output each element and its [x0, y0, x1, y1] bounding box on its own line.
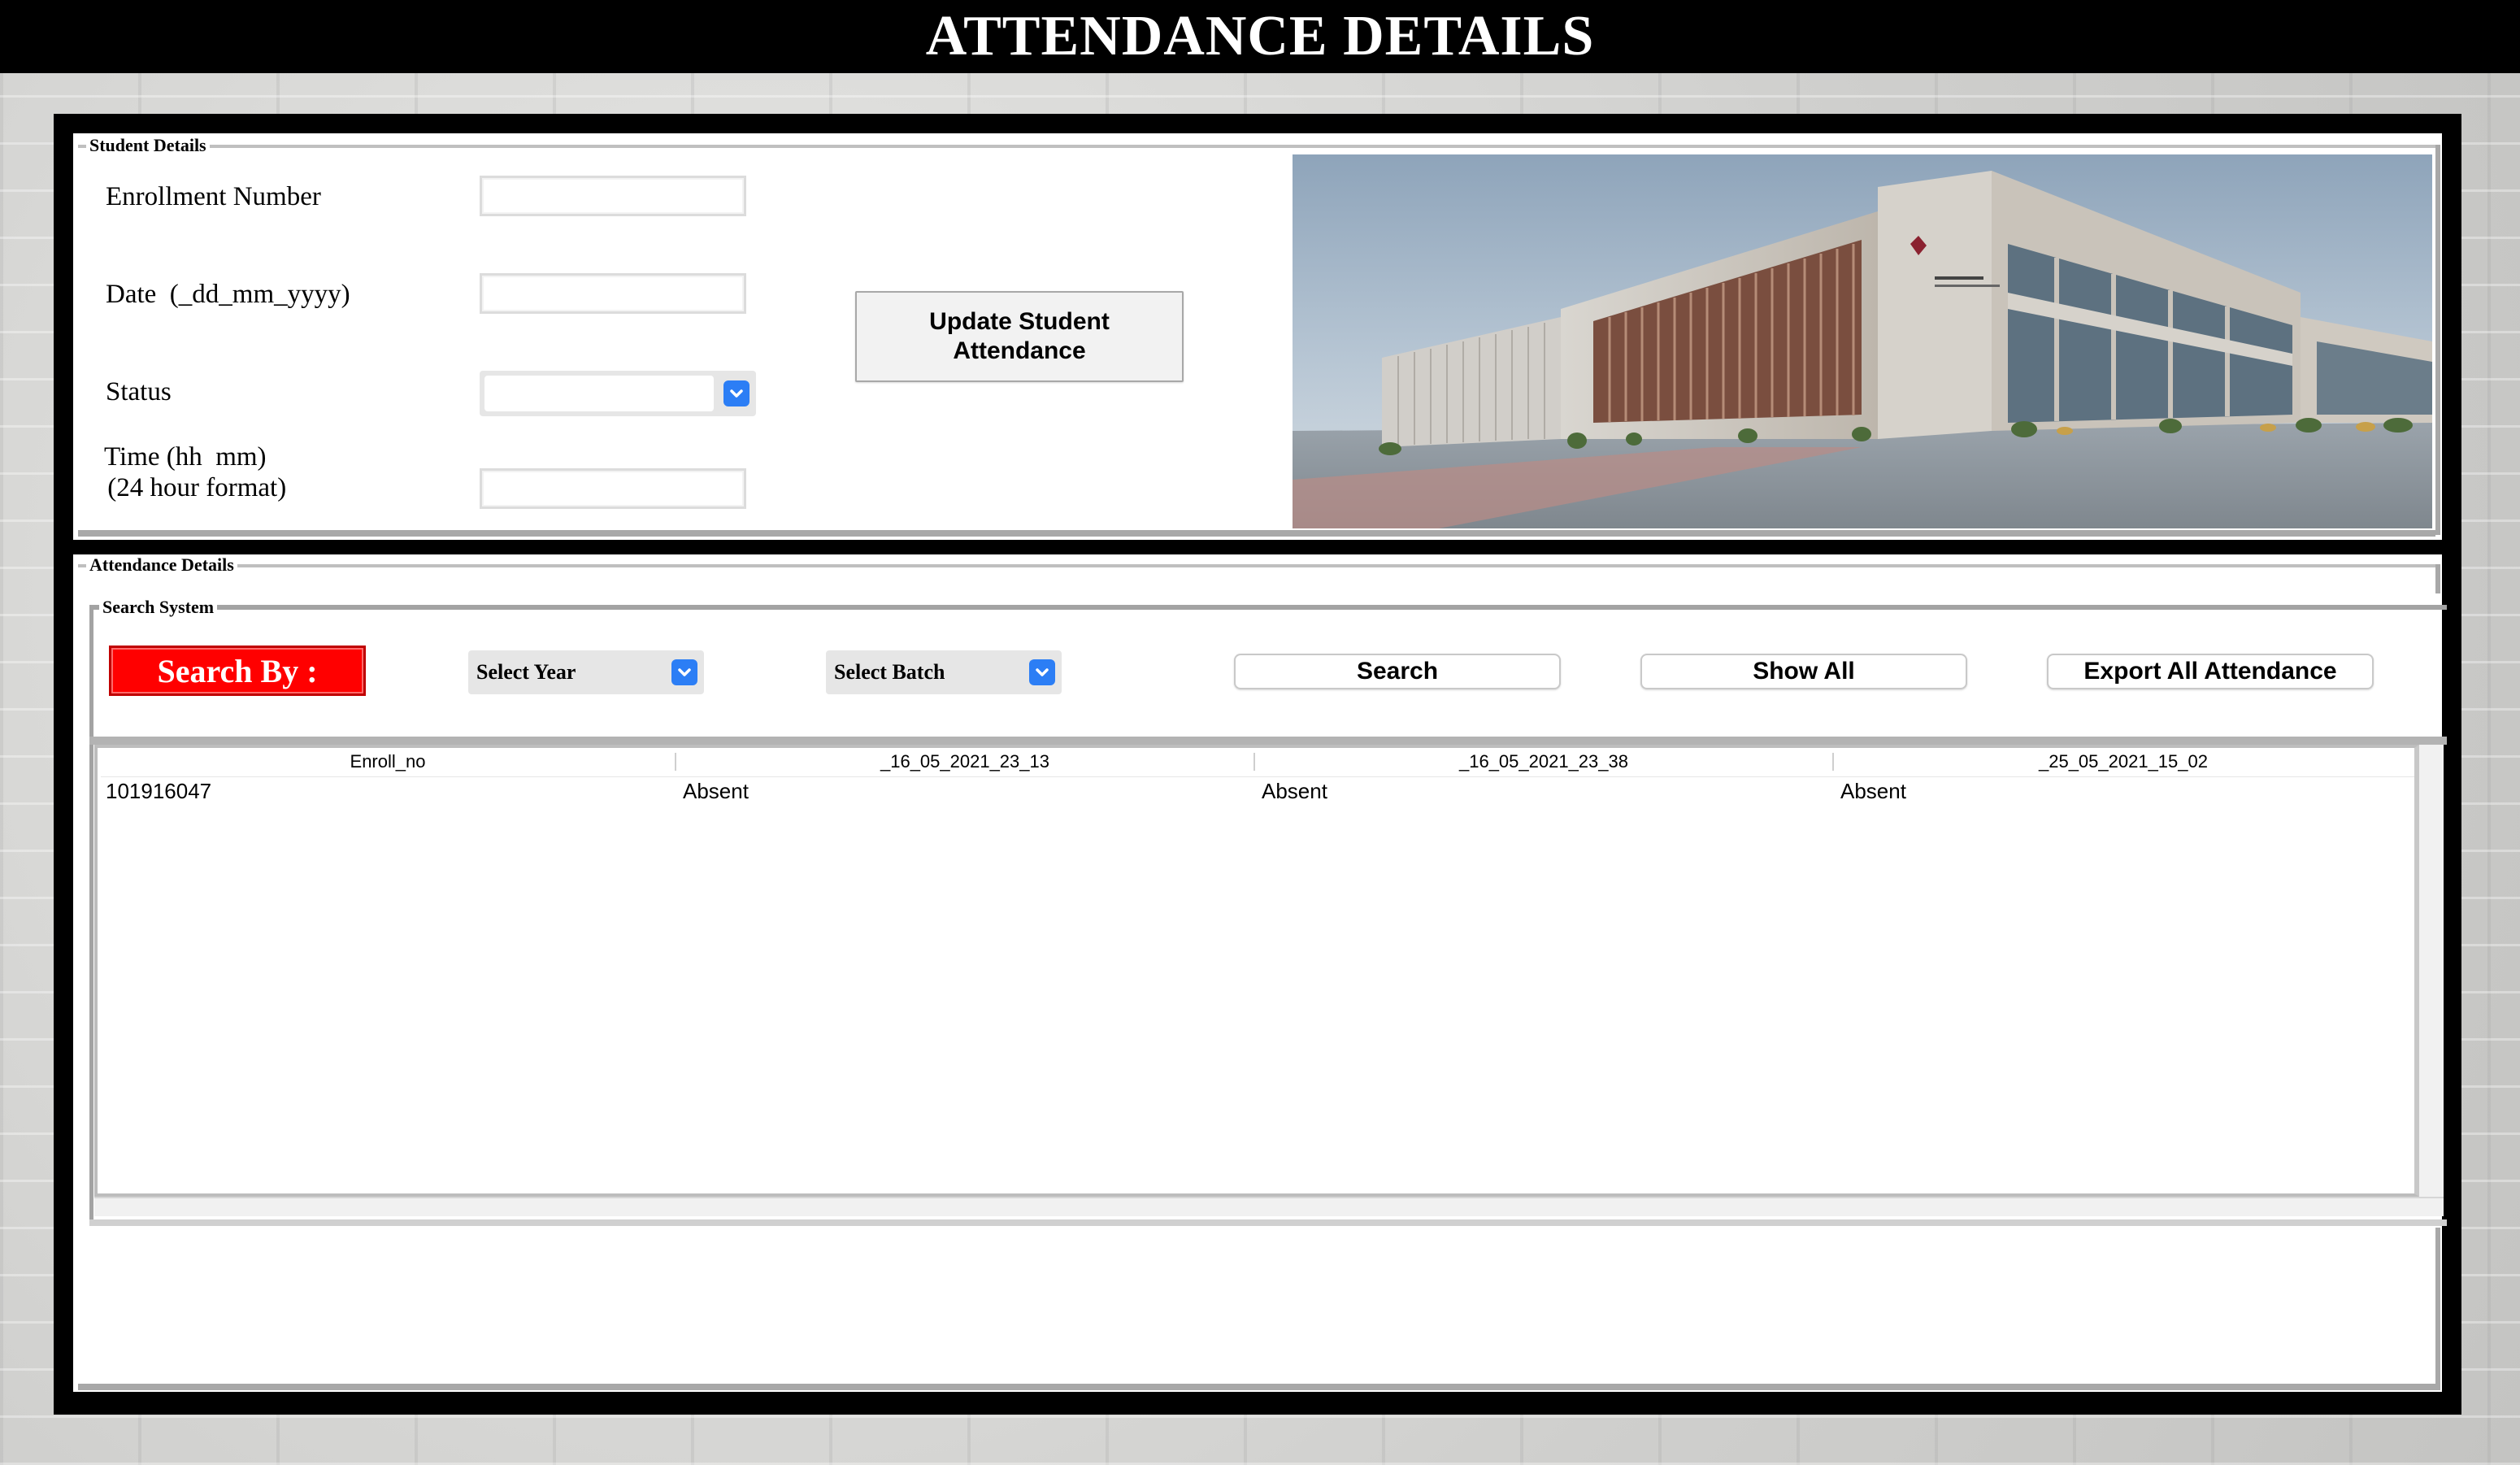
university-building-image	[1293, 154, 2432, 528]
show-all-button[interactable]: Show All	[1640, 654, 1967, 689]
column-header-date-2[interactable]: _16_05_2021_23_38	[1255, 751, 1832, 772]
search-by-label: Search By :	[109, 646, 366, 696]
update-attendance-button[interactable]: Update Student Attendance	[855, 291, 1184, 382]
select-year-dropdown[interactable]: Select Year	[468, 650, 704, 694]
select-batch-dropdown[interactable]: Select Batch	[826, 650, 1062, 694]
cell-status: Absent	[1840, 779, 1906, 803]
select-batch-value: Select Batch	[834, 660, 945, 684]
horizontal-scrollbar[interactable]	[94, 1197, 2444, 1216]
page-title: ATTENDANCE DETAILS	[925, 5, 1595, 67]
attendance-details-legend: Attendance Details	[86, 554, 237, 576]
time-input[interactable]	[480, 468, 746, 509]
enrollment-input[interactable]	[480, 176, 746, 216]
update-button-line1: Update Student	[929, 308, 1110, 335]
date-input[interactable]	[480, 273, 746, 314]
cell-status: Absent	[1262, 779, 1327, 803]
vertical-scrollbar[interactable]	[2419, 745, 2444, 1197]
attendance-table[interactable]	[94, 745, 2419, 1197]
search-by-text: Search By :	[157, 652, 318, 689]
time-label-line2: (24 hour format)	[101, 473, 287, 502]
status-label: Status	[106, 377, 172, 406]
export-attendance-button[interactable]: Export All Attendance	[2047, 654, 2374, 689]
enrollment-label: Enrollment Number	[106, 182, 321, 211]
student-details-legend: Student Details	[86, 135, 210, 156]
table-row[interactable]: 101916047 Absent Absent Absent	[101, 777, 2414, 806]
cell-status: Absent	[683, 779, 749, 803]
cell-enroll-no: 101916047	[106, 779, 212, 803]
status-select[interactable]	[480, 371, 756, 416]
search-system-legend: Search System	[99, 597, 218, 618]
update-button-line2: Attendance	[953, 337, 1086, 364]
select-year-value: Select Year	[476, 660, 576, 684]
date-label: Date (_dd_mm_yyyy)	[106, 280, 350, 309]
chevron-down-icon	[723, 380, 749, 406]
column-header-date-1[interactable]: _16_05_2021_23_13	[676, 751, 1253, 772]
column-header-date-3[interactable]: _25_05_2021_15_02	[1834, 751, 2413, 772]
time-label-line1: Time (hh mm)	[104, 442, 267, 472]
chevron-down-icon	[1029, 659, 1055, 685]
search-button[interactable]: Search	[1234, 654, 1561, 689]
column-header-enroll-no[interactable]: Enroll_no	[101, 751, 675, 772]
chevron-down-icon	[671, 659, 697, 685]
